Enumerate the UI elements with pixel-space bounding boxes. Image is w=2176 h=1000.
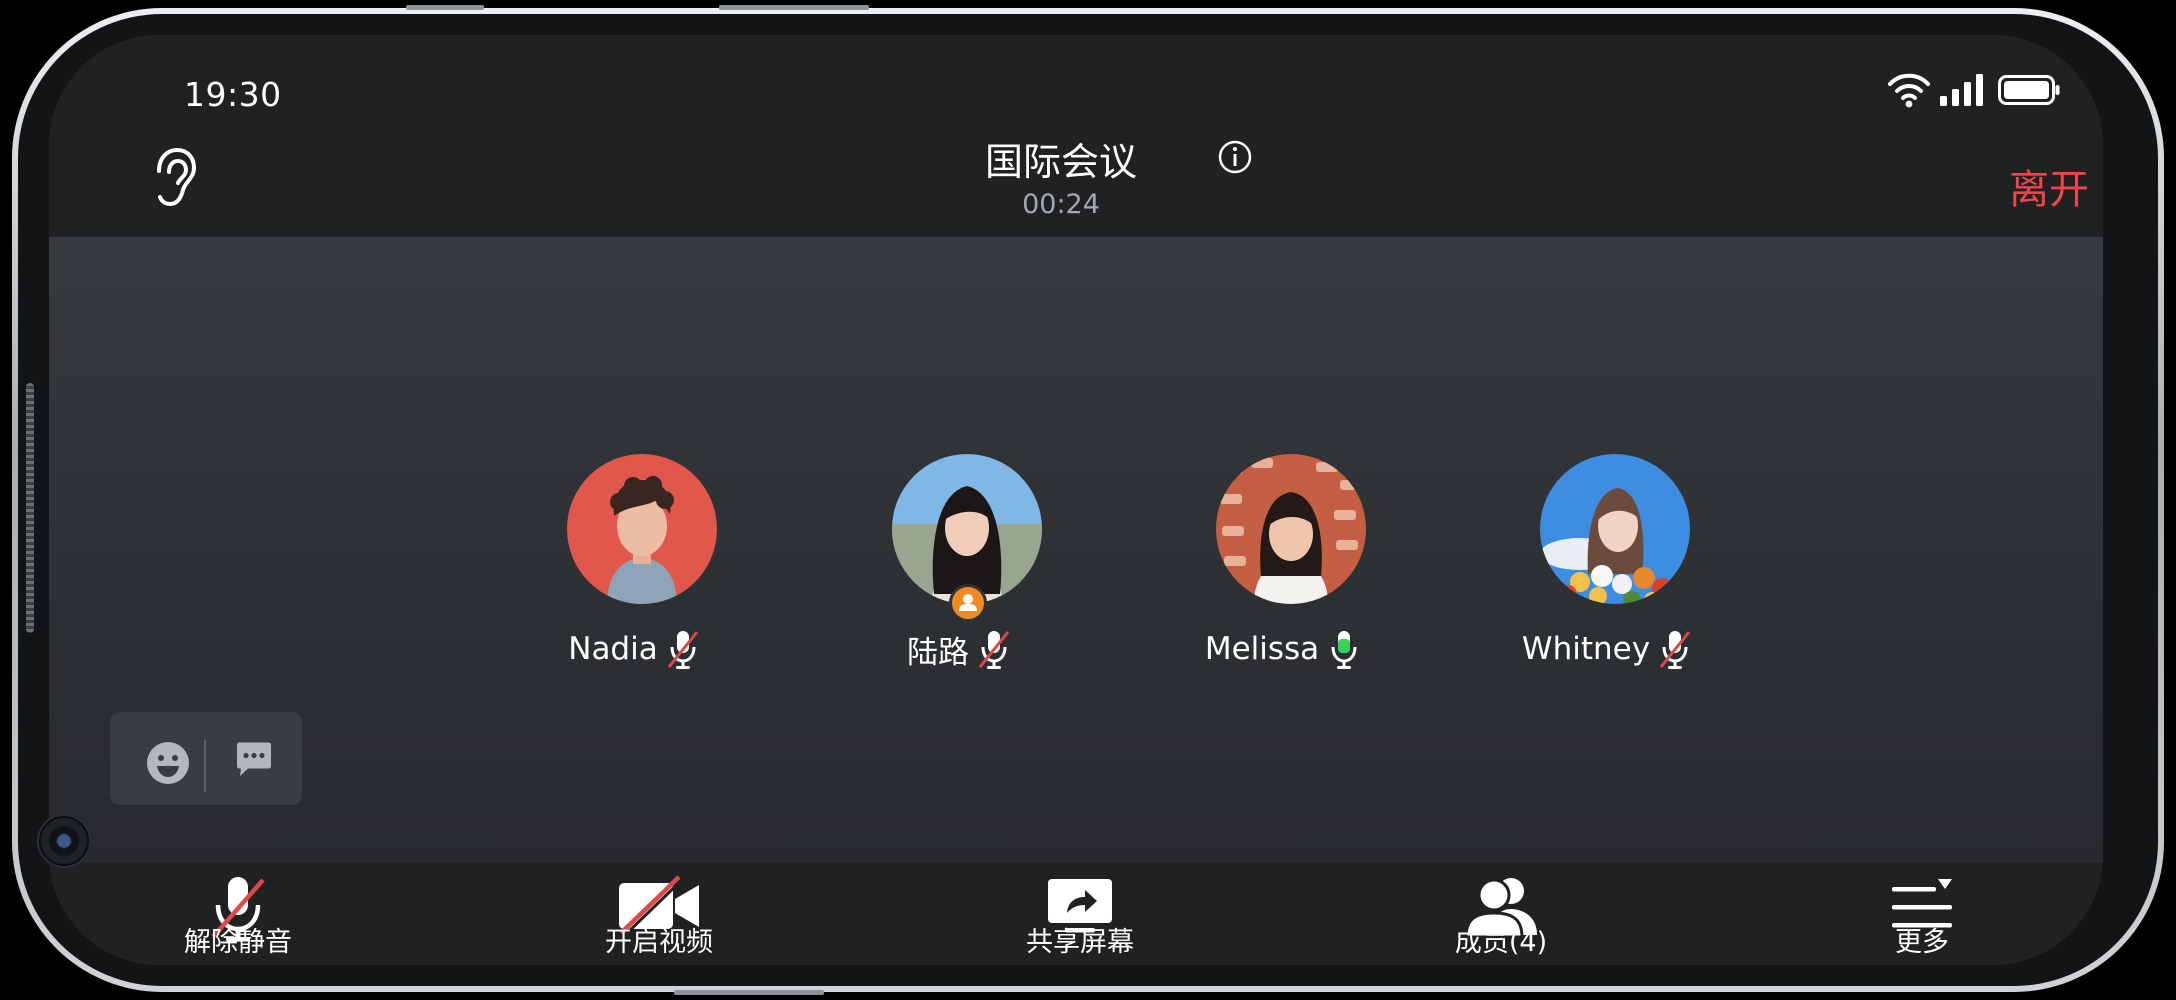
chat-icon[interactable] [234, 740, 274, 780]
emoji-icon[interactable] [145, 740, 191, 786]
video-button[interactable]: 开启视频 [549, 863, 769, 965]
share-screen-button[interactable]: 共享屏幕 [970, 863, 1190, 965]
divider [204, 740, 206, 792]
participant-name: Nadia [568, 631, 658, 667]
meeting-timer: 00:24 [1022, 189, 1100, 220]
more-label: 更多 [1895, 927, 1949, 958]
mic-speaking-icon [1331, 631, 1357, 669]
mic-muted-icon [978, 631, 1010, 669]
participant-name-row: Melissa [1133, 624, 1433, 674]
avatar [1216, 454, 1366, 604]
participant-stage [49, 237, 2103, 863]
members-label: 成员(4) [1454, 927, 1548, 958]
more-button[interactable]: 更多 [1812, 863, 2032, 965]
avatar [567, 454, 717, 604]
volume-button [406, 5, 484, 10]
leave-button[interactable]: 离开 [2009, 157, 2089, 215]
share-screen-label: 共享屏幕 [1026, 927, 1134, 958]
avatar [1540, 454, 1690, 604]
battery-icon [1998, 75, 2060, 105]
unmute-button[interactable]: 解除静音 [128, 863, 348, 965]
status-time: 19:30 [184, 75, 282, 114]
host-badge [949, 584, 987, 622]
mic-muted-icon [1659, 631, 1691, 669]
participant-name-row: 陆路 [809, 624, 1109, 674]
quick-reaction-panel [110, 712, 302, 805]
signal-icon [1940, 74, 1983, 106]
members-button[interactable]: 成员(4) [1391, 863, 1611, 965]
mic-muted-icon [667, 631, 698, 669]
wifi-icon [1888, 73, 1930, 108]
participant-name: Melissa [1204, 631, 1320, 667]
avatar [892, 454, 1042, 604]
unmute-label: 解除静音 [184, 927, 292, 958]
side-grip [26, 383, 34, 633]
meeting-title: 国际会议 [984, 140, 1137, 184]
participant-name: Whitney [1521, 631, 1651, 667]
video-label: 开启视频 [605, 927, 713, 958]
info-icon[interactable] [1217, 139, 1253, 175]
participant-name-row: Whitney [1457, 624, 1757, 674]
participant-name-row: Nadia [484, 624, 784, 674]
front-camera [37, 814, 91, 868]
meeting-screen: 19:30 国际会议 00:24 离开 Nadia 陆路 Melissa Whi… [49, 35, 2103, 965]
participant-name: 陆路 [907, 634, 969, 671]
power-button [719, 5, 869, 10]
side-button [674, 990, 824, 995]
